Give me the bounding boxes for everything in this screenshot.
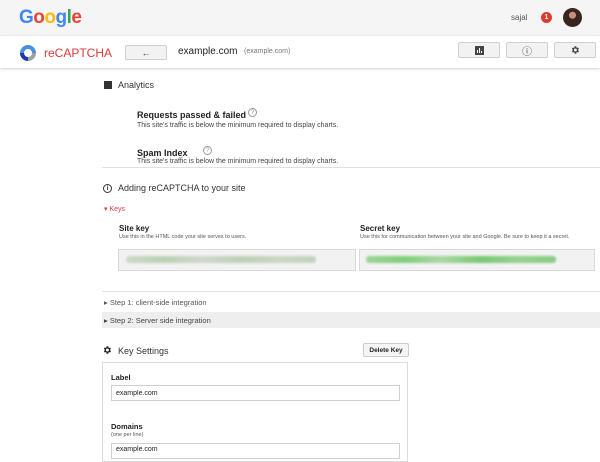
google-header: [0, 0, 600, 36]
keys-toggle[interactable]: ▾ Keys: [104, 205, 125, 213]
label-field-label: Label: [111, 373, 131, 382]
spam-index-note: This site's traffic is below the minimum…: [137, 158, 339, 165]
avatar[interactable]: [563, 8, 582, 27]
label-input[interactable]: [111, 385, 400, 401]
site-key-hint: Use this in the HTML code your site serv…: [119, 234, 247, 240]
secret-key-label: Secret key: [360, 224, 401, 233]
info-circle-icon: i: [103, 184, 112, 193]
secret-key-redacted: [366, 256, 556, 263]
adding-recaptcha-title: Adding reCAPTCHA to your site: [118, 183, 246, 193]
site-key-label: Site key: [119, 224, 150, 233]
step1-toggle[interactable]: ▸ Step 1: client-side integration: [104, 298, 207, 307]
domains-field-label: Domains: [111, 422, 143, 431]
help-icon[interactable]: ?: [203, 146, 212, 155]
logo-letter: e: [71, 7, 82, 28]
requests-chart-title: Requests passed & failed: [137, 110, 247, 120]
delete-key-button[interactable]: Delete Key: [363, 343, 409, 357]
key-settings-title: Key Settings: [118, 346, 169, 356]
gear-icon: [103, 346, 111, 354]
analytics-button[interactable]: [458, 42, 500, 58]
recaptcha-logo-icon: [20, 45, 36, 61]
logo-letter: o: [33, 7, 45, 28]
divider: [102, 291, 600, 292]
step2-toggle[interactable]: ▸ Step 2: Server side integration: [104, 316, 211, 325]
back-arrow-icon: ←: [141, 47, 151, 58]
site-domain-sub: (example.com): [244, 48, 291, 55]
logo-letter: o: [44, 7, 56, 28]
google-logo[interactable]: Google: [19, 7, 82, 29]
secret-key-hint: Use this for communication between your …: [360, 234, 570, 240]
site-key-redacted: [126, 256, 316, 263]
settings-button[interactable]: [554, 42, 596, 58]
analytics-icon: [104, 81, 112, 89]
logo-letter: g: [55, 7, 68, 28]
domains-hint: (one per line): [111, 432, 144, 438]
gear-icon: [571, 46, 579, 54]
bar-chart-icon: [474, 45, 484, 55]
spam-index-title: Spam Index: [137, 148, 188, 158]
info-button[interactable]: ⓘ: [506, 42, 548, 58]
help-icon[interactable]: ?: [248, 108, 257, 117]
logo-letter: G: [19, 7, 34, 28]
analytics-title: Analytics: [118, 80, 155, 90]
recaptcha-brand: reCAPTCHA: [44, 46, 113, 60]
divider: [102, 167, 600, 168]
requests-chart-note: This site's traffic is below the minimum…: [137, 122, 339, 129]
info-icon: ⓘ: [522, 46, 532, 58]
back-button[interactable]: ←: [125, 45, 167, 60]
notification-badge[interactable]: 1: [541, 12, 552, 23]
user-name[interactable]: sajal: [511, 13, 527, 22]
site-name: example.com: [178, 46, 238, 57]
